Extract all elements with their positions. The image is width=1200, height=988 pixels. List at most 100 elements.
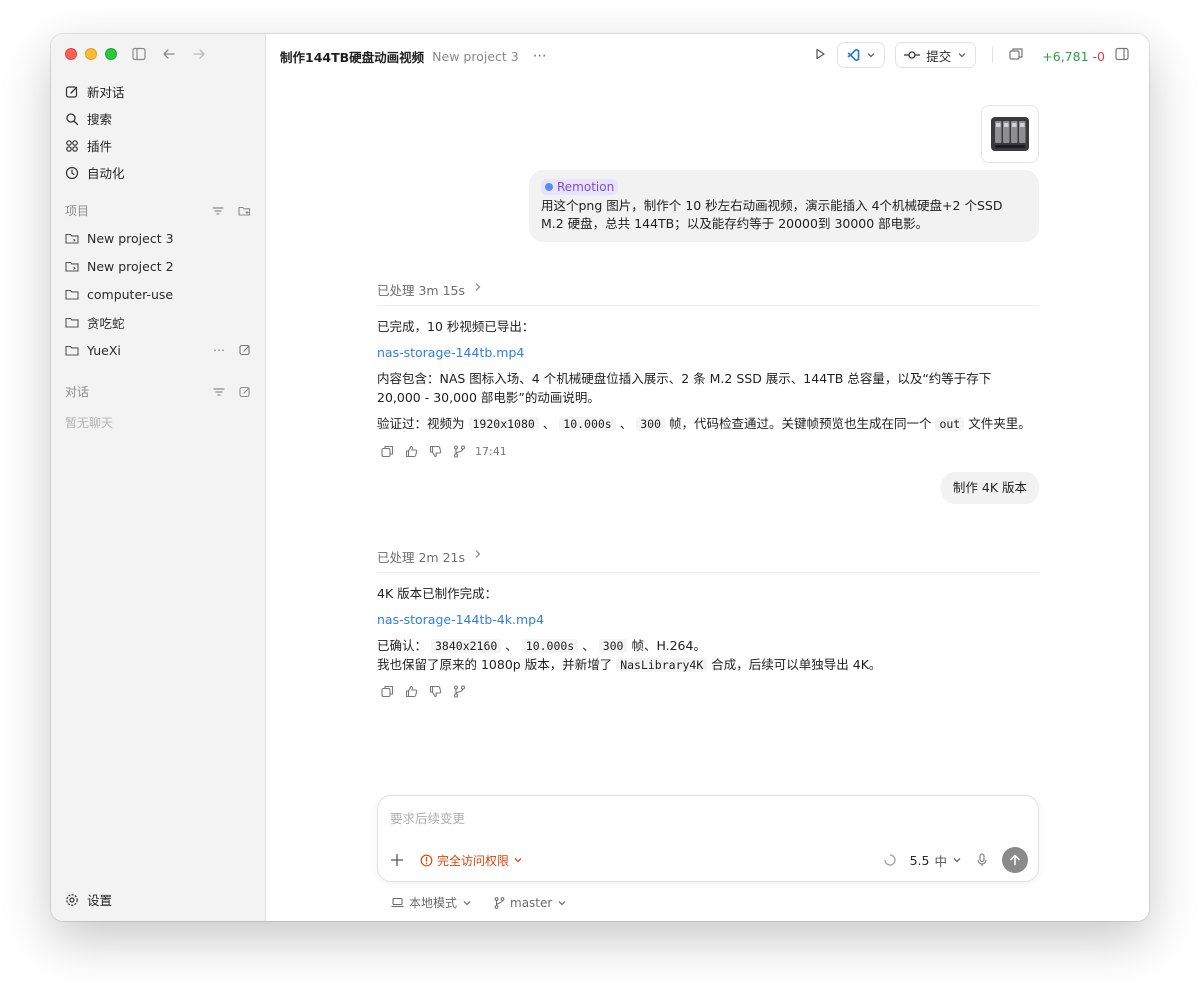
sidebar-item-label: 自动化 xyxy=(87,166,125,181)
project-item[interactable]: New project 2 xyxy=(59,252,257,280)
folder-icon xyxy=(65,317,79,328)
send-button[interactable] xyxy=(1002,847,1028,873)
new-chat-icon[interactable] xyxy=(239,386,251,398)
sidebar-item-new-chat[interactable]: 新对话 xyxy=(59,78,257,105)
gear-icon xyxy=(66,893,78,906)
edit-icon[interactable] xyxy=(239,344,251,356)
minimize-window-button[interactable] xyxy=(85,48,97,60)
sidebar-item-automation[interactable]: 自动化 xyxy=(59,159,257,186)
diff-stats[interactable]: +6,781 -0 xyxy=(1042,46,1105,65)
keep-prefix: 我也保留了原来的 1080p 版本，并新增了 xyxy=(377,657,613,672)
diff-deletions: -0 xyxy=(1092,48,1105,64)
confirm-prefix: 已确认： xyxy=(377,638,428,653)
panel-toggle-icon[interactable] xyxy=(1115,46,1129,65)
skill-tag[interactable]: Remotion xyxy=(541,179,619,195)
play-icon[interactable] xyxy=(813,46,827,65)
project-item[interactable]: New project 3 xyxy=(59,224,257,252)
processing-summary[interactable]: 已处理 3m 15s xyxy=(377,280,1039,306)
copy-icon[interactable] xyxy=(381,445,394,458)
project-label: computer-use xyxy=(87,286,174,302)
copy-window-icon[interactable] xyxy=(1009,46,1024,65)
chevron-right-icon xyxy=(475,283,481,291)
user-message-text: 制作 4K 版本 xyxy=(952,480,1027,495)
chevron-down-icon xyxy=(958,53,966,58)
effort-label: 中 xyxy=(934,853,947,869)
inline-code: out xyxy=(935,417,965,431)
composer[interactable]: 要求后续变更 完全访问权限 5.5 中 xyxy=(377,795,1039,882)
thumbs-up-icon[interactable] xyxy=(405,445,418,458)
processing-summary[interactable]: 已处理 2m 21s xyxy=(377,547,1039,573)
back-arrow-icon[interactable] xyxy=(161,46,177,62)
chevron-down-icon xyxy=(463,900,471,905)
project-item[interactable]: YueXi ⋯ xyxy=(59,336,257,364)
file-link[interactable]: nas-storage-144tb-4k.mp4 xyxy=(377,612,544,627)
inline-code: NasLibrary4K xyxy=(616,658,708,672)
confirm-suffix: 帧、H.264。 xyxy=(631,638,706,653)
assistant-verify-line: 验证过：视频为 1920x1080 、 10.000s 、 300 帧，代码检查… xyxy=(377,416,1031,431)
assistant-keep-line: 我也保留了原来的 1080p 版本，并新增了 NasLibrary4K 合成，后… xyxy=(377,655,1039,675)
project-label: New project 3 xyxy=(87,230,174,246)
plus-icon[interactable] xyxy=(390,853,404,867)
sidebar-toggle-icon[interactable] xyxy=(131,46,147,62)
composer-input[interactable]: 要求后续变更 xyxy=(390,808,465,827)
title-bar: 制作144TB硬盘动画视频 New project 3 ⋯ 提交 +6,781 … xyxy=(266,34,1149,78)
open-in-editor-button[interactable] xyxy=(837,42,886,68)
microphone-icon[interactable] xyxy=(976,853,988,867)
sidebar-item-plugins[interactable]: 插件 xyxy=(59,132,257,159)
model-selector[interactable]: 5.5 中 xyxy=(910,851,962,870)
window-controls xyxy=(65,48,117,60)
commit-label: 提交 xyxy=(926,48,952,64)
inline-code: 1920x1080 xyxy=(468,417,539,431)
settings-button[interactable]: 设置 xyxy=(65,890,112,909)
access-level-label: 完全访问权限 xyxy=(437,853,510,868)
model-label: 5.5 xyxy=(909,852,930,868)
sidebar-item-label: 插件 xyxy=(87,139,113,154)
composer-right-controls: 5.5 中 xyxy=(883,847,1028,873)
zoom-window-button[interactable] xyxy=(105,48,117,60)
sidebar: 新对话 搜索 插件 自动化 项目 New project 3 New proje… xyxy=(51,34,266,921)
branch-icon[interactable] xyxy=(453,445,466,458)
branch-selector[interactable]: master xyxy=(494,896,567,910)
user-message-text: 用这个png 图片，制作个 10 秒左右动画视频，演示能插入 4个机械硬盘+2 … xyxy=(541,198,1003,231)
verify-suffix: 帧，代码检查通过。关键帧预览也生成在同一个 xyxy=(668,416,932,431)
filter-icon[interactable] xyxy=(213,386,225,398)
branch-icon[interactable] xyxy=(453,685,466,698)
assistant-text: 内容包含：NAS 图标入场、4 个机械硬盘位插入展示、2 条 M.2 SSD 展… xyxy=(377,371,992,405)
user-message: 制作 4K 版本 xyxy=(940,472,1039,504)
sidebar-item-search[interactable]: 搜索 xyxy=(59,105,257,132)
thumbs-down-icon[interactable] xyxy=(429,685,442,698)
close-window-button[interactable] xyxy=(65,48,77,60)
commit-button[interactable]: 提交 xyxy=(895,42,977,68)
new-folder-icon[interactable] xyxy=(238,205,251,217)
project-label: YueXi xyxy=(87,342,121,358)
thumbs-down-icon[interactable] xyxy=(429,445,442,458)
file-link[interactable]: nas-storage-144tb.mp4 xyxy=(377,345,524,360)
mode-selector[interactable]: 本地模式 xyxy=(391,894,472,911)
projects-heading: 项目 xyxy=(65,204,90,218)
project-item[interactable]: computer-use xyxy=(59,280,257,308)
folder-code-icon xyxy=(65,261,79,272)
folder-icon xyxy=(65,345,79,356)
chevron-down-icon xyxy=(953,858,961,863)
message-actions: 17:41 xyxy=(381,445,507,458)
filter-icon[interactable] xyxy=(212,205,224,217)
loading-spinner-icon xyxy=(883,854,896,866)
attachment-thumbnail[interactable] xyxy=(981,105,1039,163)
message-time: 17:41 xyxy=(475,445,507,458)
projects-list: New project 3 New project 2 computer-use… xyxy=(59,224,257,364)
message-actions xyxy=(381,685,466,698)
chevron-down-icon xyxy=(867,53,875,58)
inline-code: 300 xyxy=(598,639,628,653)
copy-icon[interactable] xyxy=(381,685,394,698)
project-item[interactable]: 贪吃蛇 xyxy=(59,308,257,336)
folder-code-icon xyxy=(65,233,79,244)
access-level-dropdown[interactable]: 完全访问权限 xyxy=(420,852,523,869)
skill-tag-label: Remotion xyxy=(557,180,615,194)
forward-arrow-icon[interactable] xyxy=(191,46,207,62)
more-options-icon[interactable]: ⋯ xyxy=(213,343,225,357)
divider xyxy=(992,47,994,63)
main-panel: 制作144TB硬盘动画视频 New project 3 ⋯ 提交 +6,781 … xyxy=(266,34,1149,921)
thumbs-up-icon[interactable] xyxy=(405,685,418,698)
more-options-icon[interactable]: ⋯ xyxy=(533,48,548,64)
clock-icon xyxy=(65,166,79,179)
